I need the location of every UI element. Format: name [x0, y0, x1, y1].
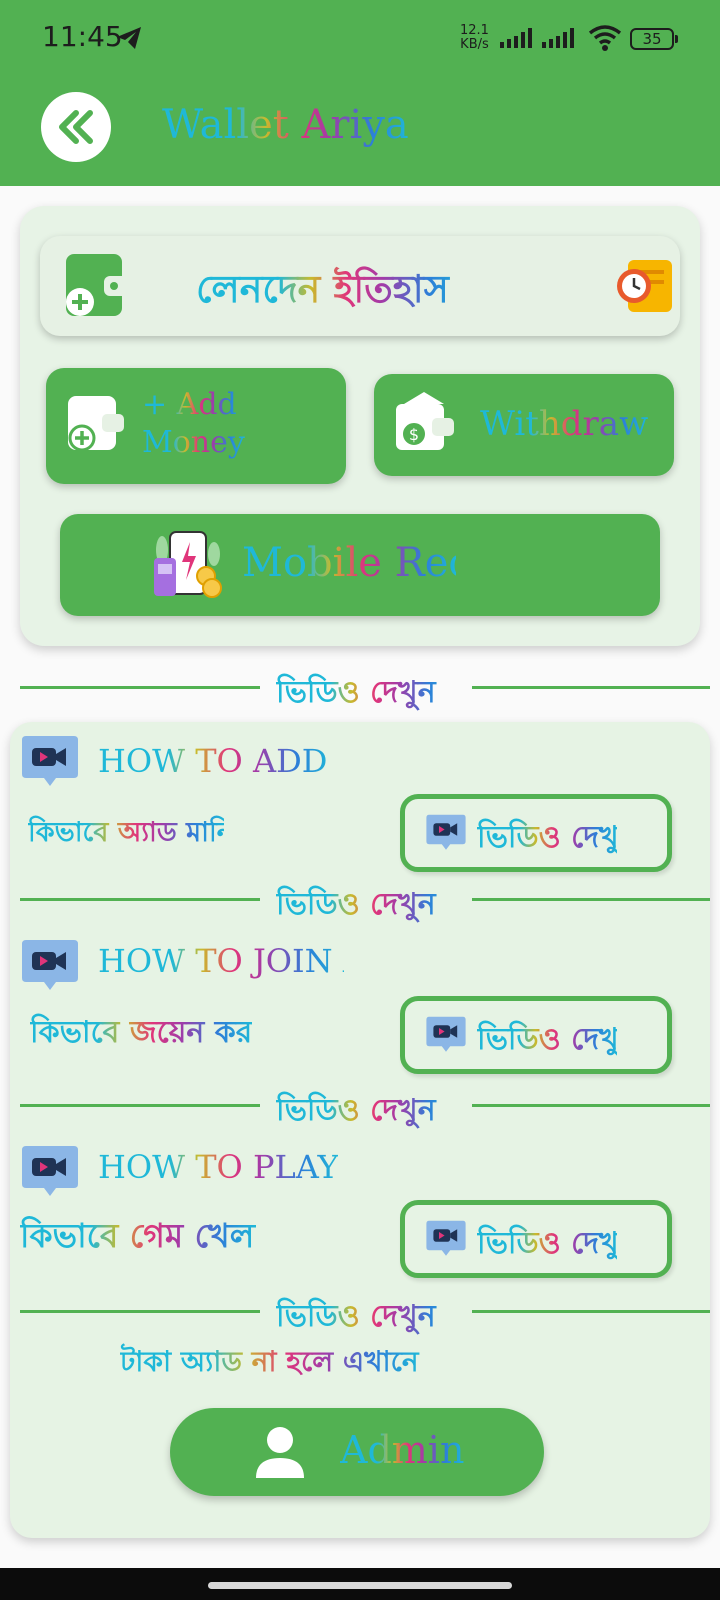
- transaction-history-button[interactable]: লেনদেন ইতিহাস: [40, 236, 680, 336]
- divider-label: ভিডিও দেখুন: [276, 880, 456, 931]
- video-camera-icon: [426, 814, 466, 850]
- watch-video-label: ভিডিও দেখুন: [477, 1015, 617, 1066]
- section-divider: ভিডিও দেখুন: [20, 1292, 710, 1334]
- status-time: 11:45: [42, 20, 123, 53]
- section-divider: ভিডিও দেখুন: [20, 880, 710, 922]
- add-money-label: + Add Money: [142, 387, 245, 460]
- network-speed-unit: KB/s: [460, 37, 489, 52]
- video-item-add-money: HOW TO ADD MONEY কিভাবে অ্যাড মানি ভিডিও…: [10, 722, 710, 892]
- watch-video-button[interactable]: ভিডিও দেখুন: [400, 996, 672, 1074]
- divider-label: ভিডিও দেখুন: [276, 668, 456, 719]
- network-speed: 12.1 KB/s: [460, 24, 489, 52]
- video-camera-icon: [426, 1016, 466, 1052]
- watch-video-button[interactable]: ভিডিও দেখুন: [400, 1200, 672, 1278]
- admin-button[interactable]: Admin: [170, 1408, 544, 1496]
- video-camera-icon: [22, 940, 78, 990]
- video-subtitle: কিভাবে অ্যাড মানি: [28, 812, 224, 857]
- page-title: Wallet Ariya: [162, 102, 409, 148]
- divider-label: ভিডিও দেখুন: [276, 1086, 456, 1137]
- home-gesture-handle[interactable]: [208, 1582, 512, 1589]
- divider-line: [20, 1104, 260, 1107]
- admin-label: Admin: [340, 1428, 465, 1472]
- battery-icon: 35: [630, 28, 678, 50]
- divider-line: [472, 1104, 710, 1107]
- back-button[interactable]: [41, 92, 111, 162]
- video-item-join: HOW TO JOIN A কিভাবে জয়েন করবেন ভিডিও দ…: [10, 926, 710, 1096]
- admin-note: টাকা অ্যাড না হলে এখানে: [120, 1340, 420, 1387]
- mobile-recharge-button[interactable]: Mobile Recharge: [60, 514, 660, 616]
- wallet-add-icon: [68, 396, 124, 452]
- mobile-recharge-icon: [154, 531, 222, 598]
- double-chevron-left-icon: [59, 110, 93, 144]
- signal-icon: [542, 28, 574, 48]
- video-title: HOW TO PLAY: [98, 1148, 338, 1186]
- wifi-icon: [588, 25, 622, 51]
- video-camera-icon: [22, 736, 78, 786]
- divider-line: [472, 898, 710, 901]
- divider-line: [472, 1310, 710, 1313]
- divider-line: [20, 898, 260, 901]
- status-bar: 11:45 12.1 KB/s 35: [0, 0, 720, 76]
- svg-text:$: $: [409, 425, 419, 444]
- watch-video-label: ভিডিও দেখুন: [477, 1219, 617, 1270]
- withdraw-label: Withdraw: [480, 404, 649, 444]
- video-title: HOW TO JOIN A: [98, 942, 344, 980]
- person-icon: [256, 1427, 304, 1478]
- wallet-add-icon: [66, 254, 130, 316]
- section-divider: ভিডিও দেখুন: [20, 668, 710, 710]
- add-money-button[interactable]: + Add Money: [46, 368, 346, 484]
- system-nav-bar: [0, 1568, 720, 1600]
- video-subtitle: কিভাবে গেম খেলবেন: [20, 1210, 256, 1266]
- signal-icon: [500, 28, 532, 48]
- telegram-icon: [117, 27, 141, 49]
- video-tutorials-card: HOW TO ADD MONEY কিভাবে অ্যাড মানি ভিডিও…: [10, 722, 710, 1538]
- video-camera-icon: [426, 1220, 466, 1256]
- divider-label: ভিডিও দেখুন: [276, 1292, 456, 1343]
- watch-video-button[interactable]: ভিডিও দেখুন: [400, 794, 672, 872]
- divider-line: [472, 686, 710, 689]
- network-speed-value: 12.1: [460, 23, 489, 38]
- video-subtitle: কিভাবে জয়েন করবেন: [30, 1008, 252, 1059]
- section-divider: ভিডিও দেখুন: [20, 1086, 710, 1128]
- wallet-actions-card: লেনদেন ইতিহাস + Add Money $ Withdraw Mob…: [20, 206, 700, 646]
- video-title: HOW TO ADD MONEY: [98, 742, 332, 780]
- transaction-history-label: লেনদেন ইতিহাস: [196, 260, 470, 324]
- withdraw-button[interactable]: $ Withdraw: [374, 374, 674, 476]
- video-item-play: HOW TO PLAY কিভাবে গেম খেলবেন ভিডিও দেখু…: [10, 1132, 710, 1302]
- watch-video-label: ভিডিও দেখুন: [477, 813, 617, 864]
- video-camera-icon: [22, 1146, 78, 1196]
- history-scroll-icon: [617, 260, 672, 312]
- divider-line: [20, 686, 260, 689]
- wallet-dollar-icon: $: [396, 392, 454, 450]
- mobile-recharge-label: Mobile Recharge: [242, 540, 456, 586]
- divider-line: [20, 1310, 260, 1313]
- app-bar: Wallet Ariya: [0, 76, 720, 186]
